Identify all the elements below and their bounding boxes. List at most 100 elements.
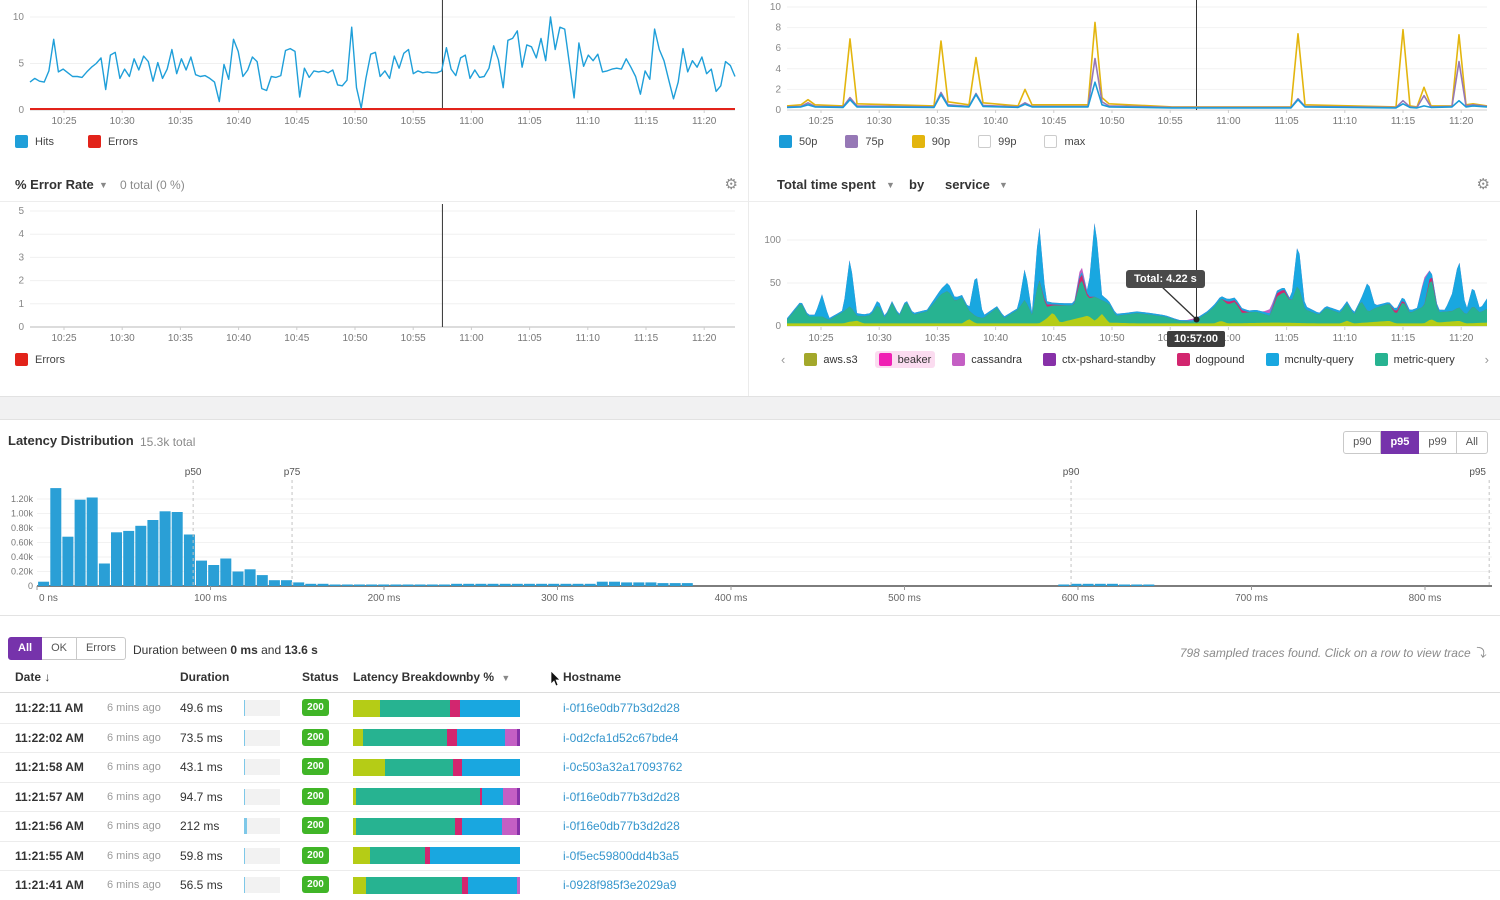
hostname-link[interactable]: i-0928f985f3e2029a9 bbox=[563, 878, 676, 892]
group-by-select[interactable]: service bbox=[945, 177, 990, 192]
gear-icon[interactable]: ⚙ bbox=[1477, 175, 1490, 193]
table-row[interactable]: 11:21:57 AM6 mins ago94.7 ms200i-0f16e0d… bbox=[0, 783, 1500, 813]
error-rate-title[interactable]: % Error Rate bbox=[15, 177, 94, 192]
breakdown-segment bbox=[460, 700, 520, 717]
service-legend-item[interactable]: ctx-pshard-standby bbox=[1039, 351, 1160, 368]
svg-text:400 ms: 400 ms bbox=[715, 593, 748, 604]
duration-tick bbox=[244, 818, 247, 834]
column-status[interactable]: Status bbox=[302, 670, 339, 684]
by-label: by bbox=[909, 177, 924, 192]
latency-histogram[interactable]: 00.20k0.40k0.60k0.80k1.00k1.20kp50p75p90… bbox=[0, 462, 1500, 607]
chevron-down-icon[interactable]: ▼ bbox=[99, 180, 108, 190]
hostname-link[interactable]: i-0f16e0db77b3d2d28 bbox=[563, 819, 680, 833]
service-legend-item[interactable]: aws.s3 bbox=[800, 351, 861, 368]
svg-text:10:45: 10:45 bbox=[284, 333, 309, 344]
table-row[interactable]: 11:22:11 AM6 mins ago49.6 ms200i-0f16e0d… bbox=[0, 694, 1500, 724]
table-row[interactable]: 11:21:55 AM6 mins ago59.8 ms200i-0f5ec59… bbox=[0, 842, 1500, 872]
hits-errors-chart[interactable]: 051010:2510:3010:3510:4010:4510:5010:551… bbox=[0, 0, 748, 130]
hostname-link[interactable]: i-0f5ec59800dd4b3a5 bbox=[563, 849, 679, 863]
hostname-link[interactable]: i-0f16e0db77b3d2d28 bbox=[563, 701, 680, 715]
legend-swatch[interactable] bbox=[15, 353, 28, 366]
legend-swatch[interactable] bbox=[804, 353, 817, 366]
table-row[interactable]: 11:21:58 AM6 mins ago43.1 ms200i-0c503a3… bbox=[0, 753, 1500, 783]
mouse-cursor-icon bbox=[550, 671, 562, 687]
legend-swatch[interactable] bbox=[1044, 135, 1057, 148]
latency-distribution-total: 15.3k total bbox=[140, 435, 195, 449]
legend-swatch[interactable] bbox=[1375, 353, 1388, 366]
pct-button-p99[interactable]: p99 bbox=[1419, 431, 1456, 454]
breakdown-segment bbox=[385, 759, 453, 776]
filter-button-errors[interactable]: Errors bbox=[77, 637, 126, 660]
svg-text:11:05: 11:05 bbox=[1274, 333, 1299, 344]
filter-button-all[interactable]: All bbox=[8, 637, 42, 660]
legend-swatch[interactable] bbox=[1043, 353, 1056, 366]
legend-prev-icon[interactable]: ‹ bbox=[779, 352, 787, 367]
time-spent-chart[interactable]: 05010010:2510:3010:3510:4010:4510:5010:5… bbox=[749, 202, 1500, 352]
breakdown-segment bbox=[503, 788, 516, 805]
duration-tick bbox=[244, 848, 245, 864]
hostname-link[interactable]: i-0f16e0db77b3d2d28 bbox=[563, 790, 680, 804]
svg-text:11:10: 11:10 bbox=[576, 333, 601, 344]
trace-rows: 11:22:11 AM6 mins ago49.6 ms200i-0f16e0d… bbox=[0, 694, 1500, 900]
legend-swatch[interactable] bbox=[779, 135, 792, 148]
legend-swatch[interactable] bbox=[1177, 353, 1190, 366]
hits-legend-item[interactable]: Errors bbox=[88, 135, 138, 148]
pct-legend-item[interactable]: 99p bbox=[978, 135, 1016, 148]
legend-swatch[interactable] bbox=[912, 135, 925, 148]
duration-bar bbox=[244, 789, 280, 805]
pct-button-all[interactable]: All bbox=[1457, 431, 1488, 454]
legend-next-icon[interactable]: › bbox=[1483, 352, 1491, 367]
breakdown-segment bbox=[353, 729, 363, 746]
table-row[interactable]: 11:22:02 AM6 mins ago73.5 ms200i-0d2cfa1… bbox=[0, 724, 1500, 754]
chevron-down-icon[interactable]: ▼ bbox=[886, 180, 895, 190]
breakdown-segment bbox=[462, 759, 520, 776]
table-row[interactable]: 11:21:41 AM6 mins ago56.5 ms200i-0928f98… bbox=[0, 871, 1500, 900]
service-legend-item[interactable]: mcnulty-query bbox=[1262, 351, 1358, 368]
service-legend-item[interactable]: beaker bbox=[875, 351, 936, 368]
column-duration[interactable]: Duration bbox=[180, 670, 229, 684]
legend-swatch[interactable] bbox=[845, 135, 858, 148]
pct-button-p95[interactable]: p95 bbox=[1381, 431, 1419, 454]
gear-icon[interactable]: ⚙ bbox=[725, 175, 738, 193]
service-legend-item[interactable]: metric-query bbox=[1371, 351, 1459, 368]
legend-swatch[interactable] bbox=[978, 135, 991, 148]
svg-text:10:55: 10:55 bbox=[401, 116, 426, 127]
legend-swatch[interactable] bbox=[952, 353, 965, 366]
svg-text:4: 4 bbox=[18, 229, 24, 240]
legend-swatch[interactable] bbox=[1266, 353, 1279, 366]
hits-legend-item[interactable]: Hits bbox=[15, 135, 54, 148]
pct-legend-item[interactable]: 50p bbox=[779, 135, 817, 148]
breakdown-segment bbox=[517, 877, 520, 894]
column-date[interactable]: Date ↓ bbox=[15, 670, 50, 684]
breakdown-segment bbox=[353, 759, 385, 776]
pct-button-p90[interactable]: p90 bbox=[1343, 431, 1381, 454]
time-spent-title[interactable]: Total time spent bbox=[777, 177, 876, 192]
svg-text:10:40: 10:40 bbox=[983, 116, 1008, 127]
error-rate-chart[interactable]: 01234510:2510:3010:3510:4010:4510:5010:5… bbox=[0, 202, 748, 352]
legend-swatch[interactable] bbox=[15, 135, 28, 148]
chevron-down-icon[interactable]: ▼ bbox=[999, 180, 1008, 190]
breakdown-segment bbox=[517, 818, 520, 835]
trace-age: 6 mins ago bbox=[107, 820, 161, 832]
percentile-button-group: p90p95p99All bbox=[1343, 431, 1488, 454]
service-legend-item[interactable]: cassandra bbox=[948, 351, 1026, 368]
pct-legend-item[interactable]: max bbox=[1044, 135, 1085, 148]
service-legend-item[interactable]: dogpound bbox=[1173, 351, 1249, 368]
legend-swatch[interactable] bbox=[88, 135, 101, 148]
pct-legend-item[interactable]: 90p bbox=[912, 135, 950, 148]
percentile-chart[interactable]: 024681010:2510:3010:3510:4010:4510:5010:… bbox=[749, 0, 1500, 130]
column-hostname[interactable]: Hostname bbox=[563, 670, 621, 684]
hostname-link[interactable]: i-0c503a32a17093762 bbox=[563, 760, 682, 774]
error-legend-item[interactable]: Errors bbox=[15, 353, 65, 366]
svg-text:10:35: 10:35 bbox=[168, 333, 193, 344]
breakdown-segment bbox=[353, 877, 366, 894]
legend-swatch[interactable] bbox=[879, 353, 892, 366]
trace-duration: 56.5 ms bbox=[180, 878, 223, 892]
filter-button-ok[interactable]: OK bbox=[42, 637, 77, 660]
breakdown-mode-select[interactable]: by % ▼ bbox=[466, 670, 510, 684]
table-row[interactable]: 11:21:56 AM6 mins ago212 ms200i-0f16e0db… bbox=[0, 812, 1500, 842]
column-latency-breakdown: Latency Breakdown bbox=[353, 670, 466, 684]
svg-text:2: 2 bbox=[775, 84, 781, 95]
hostname-link[interactable]: i-0d2cfa1d52c67bde4 bbox=[563, 731, 678, 745]
pct-legend-item[interactable]: 75p bbox=[845, 135, 883, 148]
